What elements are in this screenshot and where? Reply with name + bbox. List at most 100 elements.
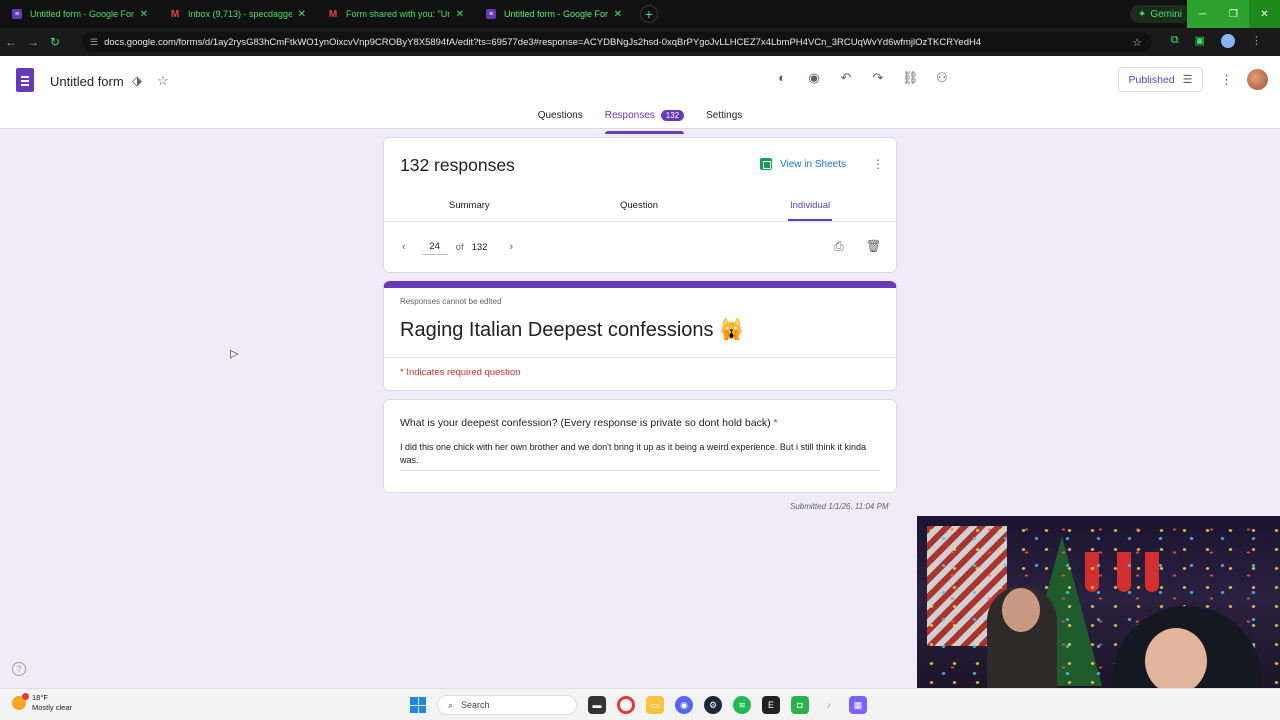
view-in-sheets-link[interactable]: View in Sheets [760,158,846,170]
required-note: * Indicates required question [400,367,521,378]
temperature: 18°F [32,693,48,702]
close-icon[interactable]: ✕ [614,9,622,20]
question-label: What is your deepest confession? (Every … [400,417,771,429]
forms-icon: ≡ [12,9,22,19]
file-explorer-dark-icon[interactable]: ▬ [588,696,606,714]
pager-of: of [455,241,464,253]
print-icon[interactable]: ⎙ [834,239,844,254]
gmail-icon: M [328,8,338,20]
response-count-badge: 132 [660,110,685,121]
chevron-left-icon[interactable]: ‹ [402,241,406,253]
browser-tab[interactable]: M Inbox (9,713) - specdagger32@ ✕ [158,0,316,28]
star-icon[interactable]: ☆ [157,73,169,89]
close-window-icon[interactable]: ✕ [1249,0,1280,28]
pager-total: 132 [471,241,488,253]
published-button[interactable]: Published ☰ [1118,67,1203,92]
tab-title: Untitled form - Google Forms [504,9,608,19]
redo-icon[interactable]: ↷ [870,70,886,86]
chrome-icon[interactable] [617,696,635,714]
responses-count: 132 responses [400,155,515,175]
bookmark-star-icon[interactable]: ☆ [1132,36,1142,49]
close-icon[interactable]: ✕ [140,9,148,20]
close-icon[interactable]: ✕ [456,9,464,20]
tab-label: Responses [604,110,655,121]
spotify-icon[interactable]: ≋ [733,696,751,714]
steam-icon[interactable]: ⚙ [704,696,722,714]
grid-app-icon[interactable]: ▦ [849,696,867,714]
weather-icon [12,693,29,710]
forms-icon: ≡ [486,9,496,19]
question-card: What is your deepest confession? (Every … [383,399,897,493]
gemini-button[interactable]: ✦ Gemini [1129,5,1190,23]
back-icon[interactable]: ← [0,35,22,49]
restore-icon[interactable]: ❐ [1218,0,1249,28]
url-input[interactable]: ☰ docs.google.com/forms/d/1ay2rysG83hCmF… [82,32,1152,52]
browser-tab[interactable]: ≡ Untitled form - Google Forms ✕ [0,0,158,28]
tab-title: Inbox (9,713) - specdagger32@ [188,9,292,19]
tab-questions[interactable]: Questions [538,110,583,127]
published-label: Published [1128,73,1175,86]
subtab-summary[interactable]: Summary [449,200,490,211]
forward-icon[interactable]: → [22,35,44,49]
palette-icon[interactable]: ◐ [774,70,790,86]
weather-condition: Mostly clear [32,703,73,712]
help-icon[interactable]: ? [12,662,26,676]
view-in-sheets-label: View in Sheets [780,158,846,170]
minimize-icon[interactable]: ─ [1187,0,1218,28]
chevron-right-icon[interactable]: › [509,241,513,253]
new-tab-button[interactable]: + [640,5,658,23]
browser-tab[interactable]: M Form shared with you: "Untitle ✕ [316,0,474,28]
preview-eye-icon[interactable]: ◉ [806,70,822,86]
add-collaborator-icon[interactable]: ⚇ [934,70,950,86]
browser-tabbar: ≡ Untitled form - Google Forms ✕ M Inbox… [0,0,1280,28]
taskbar-search[interactable]: ⌕ Search [437,695,577,715]
folder-icon[interactable]: ▭ [646,696,664,714]
subtab-individual[interactable]: Individual [787,200,833,221]
weather-widget[interactable]: 18°F Mostly clear [12,693,72,713]
tab-responses[interactable]: Responses 132 [604,110,685,134]
window-controls: ─ ❐ ✕ [1187,0,1280,28]
search-label: Search [461,700,490,710]
url-text: docs.google.com/forms/d/1ay2rysG83hCmFtk… [104,36,982,48]
chrome-menu-icon[interactable]: ⋮ [1251,34,1262,48]
account-avatar[interactable] [1247,69,1268,90]
trash-icon[interactable]: 🗑 [866,239,881,253]
close-icon[interactable]: ✕ [298,9,306,20]
windows-start-icon[interactable] [410,697,426,713]
header-actions: ◐ ◉ ↶ ↷ ⛓ ⚇ [774,70,950,86]
response-pager: ‹ 24 of 132 › [402,239,513,255]
document-title[interactable]: Untitled form [50,74,124,89]
more-options-icon[interactable]: ⋮ [1220,72,1233,88]
site-info-icon[interactable]: ☰ [90,37,98,48]
gemini-label: Gemini [1150,8,1182,20]
more-options-icon[interactable]: ⋮ [872,157,884,171]
weather-text: 18°F Mostly clear [32,693,72,713]
response-number-input[interactable]: 24 [421,239,448,255]
tab-title: Form shared with you: "Untitle [346,9,450,19]
subtab-question[interactable]: Question [620,200,658,211]
discord-icon[interactable]: ◉ [675,696,693,714]
move-to-drive-icon[interactable]: ⬗ [132,73,142,89]
responses-card: 132 responses View in Sheets ⋮ Summary Q… [383,137,897,273]
tab-settings[interactable]: Settings [706,110,742,127]
robot-app-icon[interactable]: ◘ [791,696,809,714]
form-tabs: Questions Responses 132 Settings [0,110,1280,134]
profile-avatar[interactable] [1221,34,1235,48]
epic-games-icon[interactable]: E [762,696,780,714]
taskbar: 18°F Mostly clear ⌕ Search ▬ ▭ ◉ ⚙ ≋ E ◘… [0,688,1280,720]
tab-label: Settings [706,110,743,121]
sheets-icon [760,158,772,170]
submitted-timestamp: Submitted 1/1/26, 11:04 PM [790,502,889,511]
forms-logo-icon[interactable] [16,68,34,92]
answer-text: I did this one chick with her own brothe… [400,441,880,471]
side-panel-icon[interactable]: ▣ [1195,34,1205,48]
extensions-icon[interactable]: ⧉ [1171,34,1179,48]
music-app-icon[interactable]: ♪ [820,696,838,714]
browser-tab-active[interactable]: ≡ Untitled form - Google Forms ✕ [474,0,632,28]
link-icon[interactable]: ⛓ [902,70,919,86]
gmail-icon: M [170,8,180,20]
mouse-cursor-icon: ▷ [230,348,239,360]
reload-icon[interactable]: ↻ [44,35,66,49]
undo-icon[interactable]: ↶ [838,70,854,86]
tune-icon: ☰ [1182,74,1193,86]
